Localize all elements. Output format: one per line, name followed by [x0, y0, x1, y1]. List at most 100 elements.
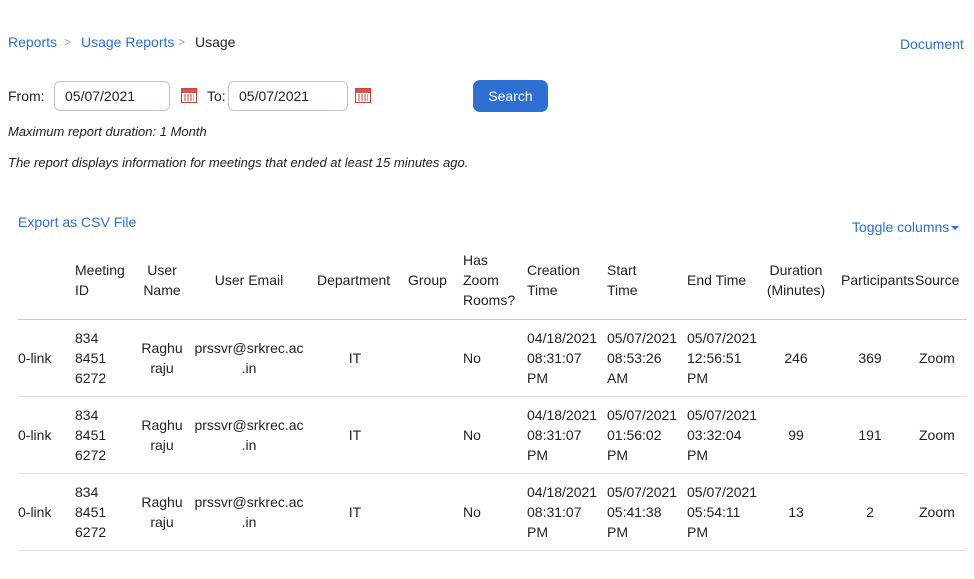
cell-line: 8451: [75, 504, 107, 520]
duration-cell: 246: [784, 350, 808, 366]
start-time-cell: 05/07/2021 08:53:26 AM: [607, 328, 677, 388]
document-link[interactable]: Document: [900, 36, 964, 52]
col-participants[interactable]: Participants: [841, 270, 914, 290]
cell-line: .in: [241, 360, 257, 376]
cell-line: 05/07/2021: [607, 407, 678, 423]
cell-line: 08:31:07: [527, 427, 582, 443]
meeting-id-cell: 834 8451 6272: [75, 328, 106, 388]
cell-line: 6272: [75, 524, 107, 540]
to-label: To:: [207, 88, 226, 104]
col-label: Name: [143, 282, 181, 298]
cell-line: 03:32:04: [687, 427, 742, 443]
cell-line: 05/07/2021: [687, 484, 758, 500]
breadcrumb-separator: >: [178, 35, 186, 49]
cell-line: Raghu: [141, 417, 183, 433]
col-label: Creation: [527, 262, 580, 278]
start-time-cell: 05/07/2021 01:56:02 PM: [607, 405, 677, 465]
end-time-cell: 05/07/2021 12:56:51 PM: [687, 328, 757, 388]
breadcrumb-current: Usage: [195, 34, 236, 50]
zoom-rooms-cell: No: [463, 427, 481, 443]
participants-link[interactable]: 369: [841, 348, 899, 368]
col-label: Time: [527, 282, 558, 298]
toggle-columns-button[interactable]: Toggle columns: [852, 219, 960, 235]
meeting-id-cell: 834 8451 6272: [75, 405, 106, 465]
from-date-input[interactable]: 05/07/2021: [54, 81, 170, 111]
cell-line: PM: [607, 524, 628, 540]
cell-line: .in: [241, 437, 257, 453]
department-cell: IT: [348, 427, 362, 443]
meeting-topic-cell[interactable]: 0-link: [18, 348, 51, 368]
calendar-icon[interactable]: [355, 88, 371, 103]
cell-line: 05:41:38: [607, 504, 662, 520]
creation-time-cell: 04/18/2021 08:31:07 PM: [527, 482, 597, 542]
table-row[interactable]: 0-link 834 8451 6272 Raghu raju prssvr@s…: [0, 397, 974, 474]
toggle-columns-label: Toggle columns: [852, 219, 950, 235]
breadcrumb-usage-reports[interactable]: Usage Reports: [81, 34, 174, 50]
duration-cell: 99: [788, 427, 804, 443]
col-source[interactable]: Source: [915, 270, 959, 290]
cell-line: PM: [527, 447, 548, 463]
col-department[interactable]: Department: [317, 270, 390, 290]
participants-link[interactable]: 2: [841, 502, 899, 522]
row-divider: [18, 550, 967, 551]
cell-line: 12:56:51: [687, 350, 742, 366]
caret-down-icon: [951, 226, 960, 231]
col-user-name[interactable]: User Name: [137, 260, 187, 300]
user-name-cell: Raghu raju: [137, 415, 187, 455]
cell-line: 05/07/2021: [607, 484, 678, 500]
participants-link[interactable]: 191: [841, 425, 899, 445]
col-label: Zoom: [463, 272, 499, 288]
meeting-id-cell: 834 8451 6272: [75, 482, 106, 542]
search-button[interactable]: Search: [473, 80, 548, 112]
col-label: User: [147, 262, 177, 278]
cell-line: PM: [687, 370, 708, 386]
col-end-time[interactable]: End Time: [687, 270, 746, 290]
cell-line: 6272: [75, 370, 107, 386]
user-name-cell: Raghu raju: [137, 338, 187, 378]
cell-line: Raghu: [141, 494, 183, 510]
source-cell: Zoom: [919, 350, 955, 366]
breadcrumb-reports[interactable]: Reports: [8, 34, 57, 50]
col-label: Has: [463, 252, 488, 268]
export-csv-link[interactable]: Export as CSV File: [18, 214, 136, 230]
breadcrumb: Reports > Usage Reports > Usage: [0, 0, 600, 60]
table-body: 0-link 834 8451 6272 Raghu raju prssvr@s…: [0, 320, 974, 551]
col-label: (Minutes): [766, 282, 826, 298]
col-start-time[interactable]: Start Time: [607, 260, 638, 300]
meeting-topic-cell[interactable]: 0-link: [18, 425, 51, 445]
table-row[interactable]: 0-link 834 8451 6272 Raghu raju prssvr@s…: [0, 474, 974, 551]
cell-line: 04/18/2021: [527, 330, 598, 346]
from-label: From:: [8, 88, 45, 104]
col-duration[interactable]: Duration (Minutes): [762, 260, 830, 300]
col-group[interactable]: Group: [408, 270, 447, 290]
col-label: Start: [607, 262, 637, 278]
zoom-rooms-cell: No: [463, 350, 481, 366]
cell-line: 08:31:07: [527, 504, 582, 520]
source-cell: Zoom: [919, 427, 955, 443]
cell-line: raju: [150, 514, 174, 530]
cell-line: 05:54:11: [687, 504, 741, 520]
creation-time-cell: 04/18/2021 08:31:07 PM: [527, 405, 597, 465]
user-name-cell: Raghu raju: [137, 492, 187, 532]
cell-line: 834: [75, 484, 99, 500]
cell-line: PM: [687, 447, 708, 463]
col-creation-time[interactable]: Creation Time: [527, 260, 580, 300]
cell-line: 834: [75, 330, 99, 346]
cell-line: AM: [607, 370, 628, 386]
cell-line: 05/07/2021: [687, 407, 758, 423]
col-zoom-rooms[interactable]: Has Zoom Rooms?: [463, 250, 515, 310]
calendar-icon[interactable]: [181, 88, 197, 103]
col-label: Duration: [769, 262, 823, 278]
cell-line: 834: [75, 407, 99, 423]
duration-cell: 13: [788, 504, 804, 520]
to-date-input[interactable]: 05/07/2021: [228, 81, 348, 111]
department-cell: IT: [348, 504, 362, 520]
cell-line: PM: [607, 447, 628, 463]
meeting-topic-cell[interactable]: 0-link: [18, 502, 51, 522]
col-meeting-id[interactable]: Meeting ID: [75, 260, 125, 300]
table-row[interactable]: 0-link 834 8451 6272 Raghu raju prssvr@s…: [0, 320, 974, 397]
end-time-cell: 05/07/2021 05:54:11 PM: [687, 482, 757, 542]
col-user-email[interactable]: User Email: [193, 270, 305, 290]
breadcrumb-separator: >: [64, 35, 72, 49]
col-label: Time: [607, 282, 638, 298]
